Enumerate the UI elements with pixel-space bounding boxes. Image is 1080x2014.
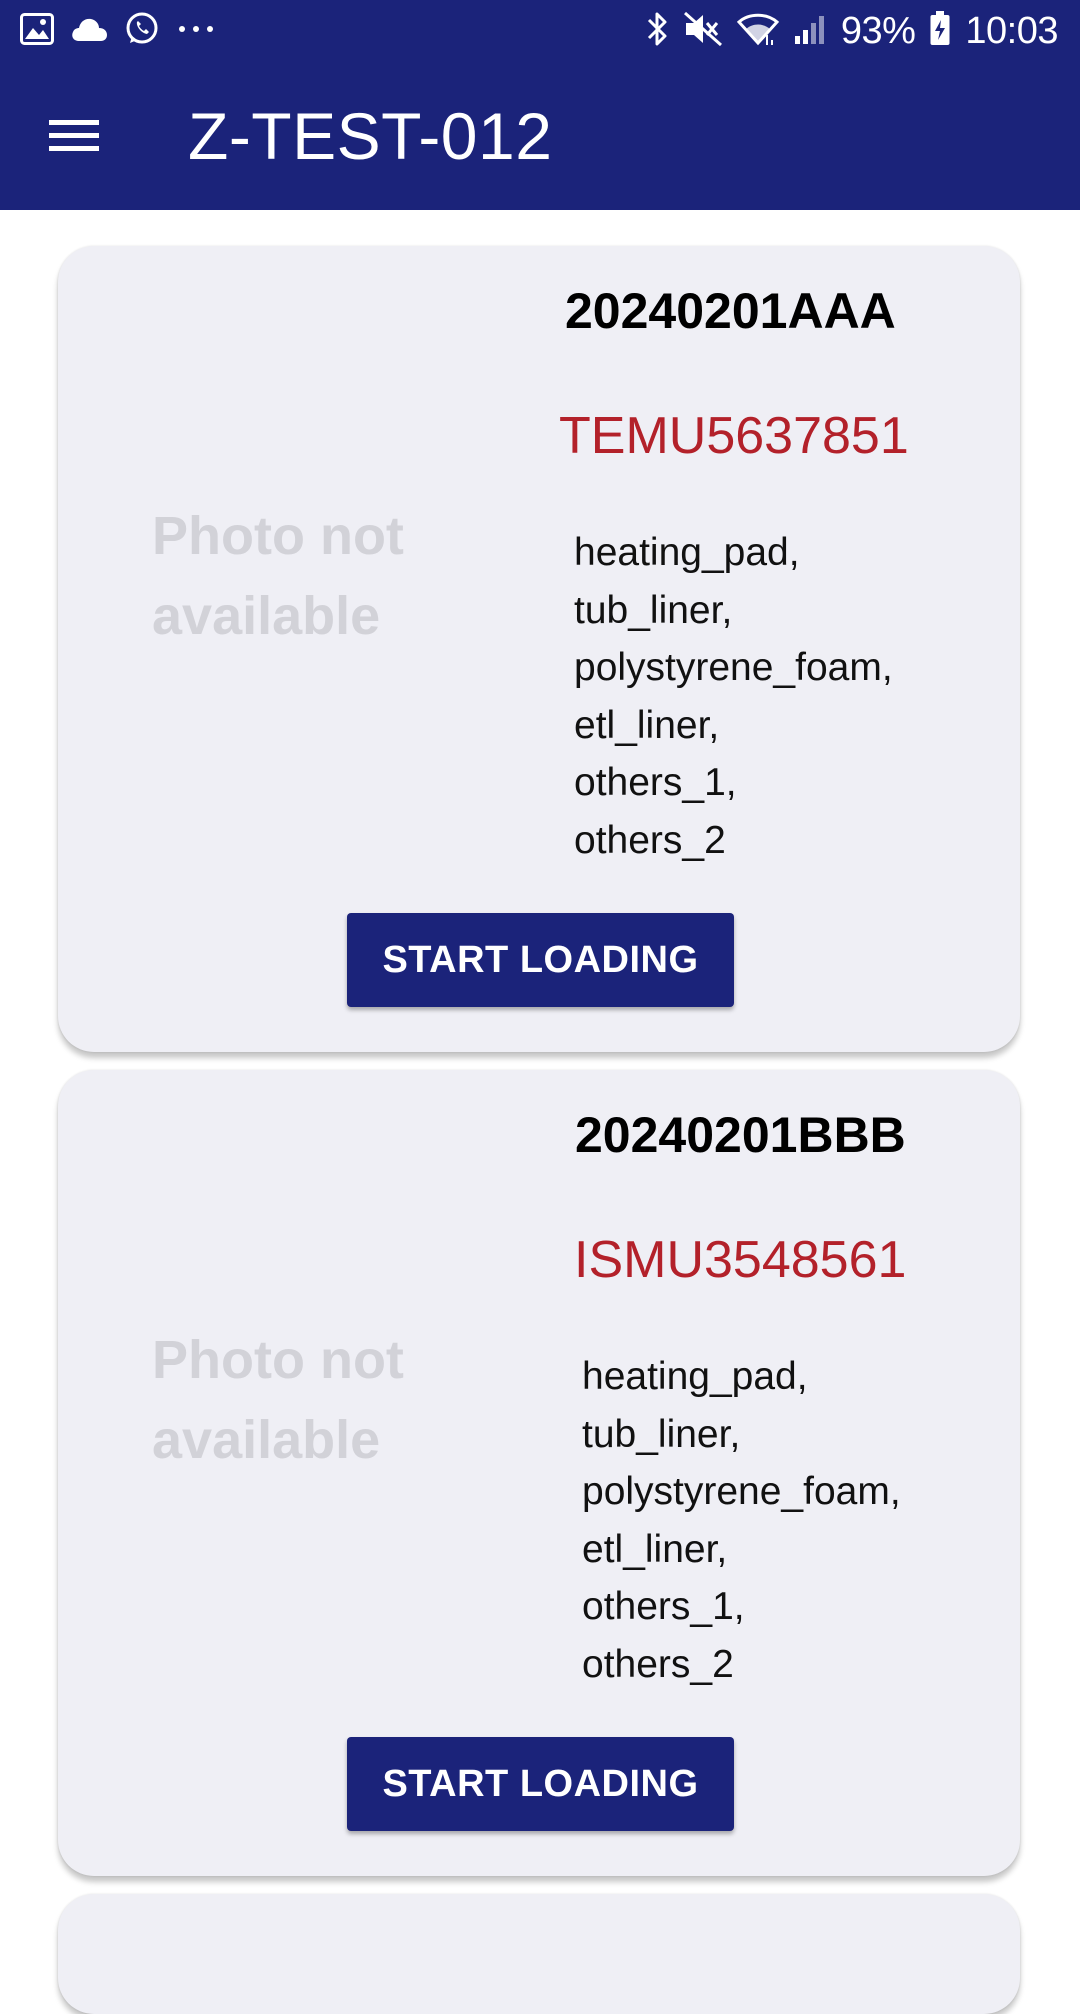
- status-bar: 93% 10:03: [0, 0, 1080, 62]
- material-item: heating_pad,: [574, 531, 800, 574]
- materials-list: heating_pad, tub_liner, polystyrene_foam…: [574, 524, 893, 869]
- container-number: ISMU3548561: [574, 1231, 907, 1289]
- clock-time: 10:03: [965, 9, 1058, 52]
- start-loading-button[interactable]: START LOADING: [347, 913, 734, 1007]
- container-number: TEMU5637851: [559, 407, 909, 465]
- bluetooth-icon: [645, 10, 669, 53]
- page-title: Z-TEST-012: [188, 99, 553, 173]
- material-item: heating_pad,: [582, 1355, 808, 1398]
- batch-id: 20240201BBB: [575, 1107, 906, 1163]
- battery-icon: [929, 10, 951, 52]
- status-bar-system: 93% 10:03: [645, 8, 1058, 54]
- photo-placeholder: Photo not available: [152, 506, 404, 646]
- material-item: others_1,: [582, 1585, 745, 1628]
- signal-icon: [793, 12, 827, 51]
- material-item: polystyrene_foam,: [574, 646, 893, 689]
- gallery-icon: [20, 12, 54, 50]
- material-item: tub_liner,: [574, 588, 733, 632]
- app-bar: Z-TEST-012: [0, 62, 1080, 210]
- material-item: polystyrene_foam,: [582, 1470, 901, 1513]
- more-dots-icon: [176, 22, 216, 40]
- material-item: etl_liner,: [582, 1527, 728, 1571]
- status-bar-notifications: [20, 10, 216, 52]
- material-item: others_1,: [574, 761, 737, 804]
- photo-placeholder: Photo not available: [152, 1330, 404, 1470]
- hamburger-menu-icon[interactable]: [30, 98, 118, 174]
- shipment-card: Photo not available 20240201BBB ISMU3548…: [58, 1070, 1020, 1876]
- battery-percent: 93%: [840, 9, 916, 52]
- shipment-card-partial: [58, 1894, 1020, 2014]
- whatsapp-icon: [124, 11, 160, 52]
- mute-icon: [683, 11, 723, 52]
- material-item: etl_liner,: [574, 703, 720, 747]
- batch-id: 20240201AAA: [565, 283, 896, 339]
- materials-list: heating_pad, tub_liner, polystyrene_foam…: [582, 1348, 901, 1693]
- cloud-icon: [70, 16, 108, 47]
- start-loading-button[interactable]: START LOADING: [347, 1737, 734, 1831]
- shipment-card: Photo not available 20240201AAA TEMU5637…: [58, 246, 1020, 1052]
- wifi-icon: [736, 11, 779, 52]
- material-item: tub_liner,: [582, 1412, 741, 1456]
- material-item: others_2: [574, 818, 726, 862]
- material-item: others_2: [582, 1642, 734, 1686]
